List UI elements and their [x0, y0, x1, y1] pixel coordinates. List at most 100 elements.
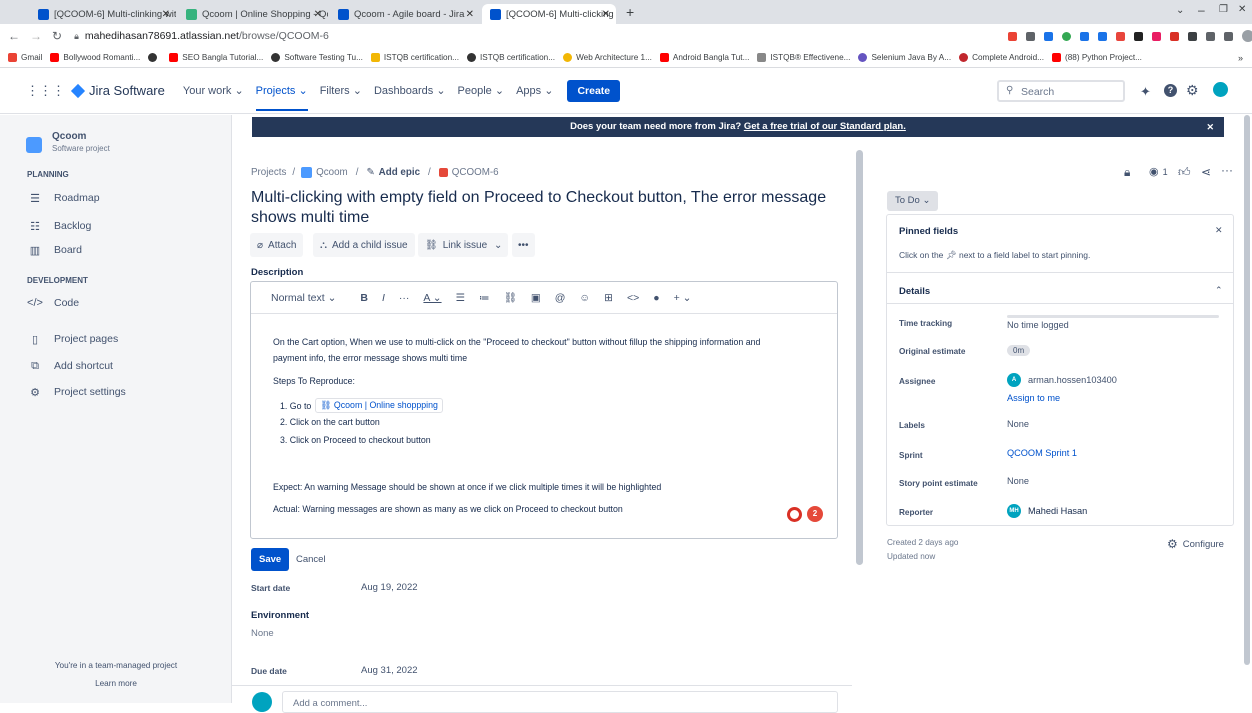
url-path[interactable]: /browse/QCOOM-6	[239, 30, 329, 42]
bookmark[interactable]: ISTQB® Effectivene...	[757, 53, 850, 62]
bookmark[interactable]: Complete Android...	[959, 53, 1044, 62]
bookmark[interactable]: (88) Python Project...	[1052, 53, 1142, 62]
app-switcher-icon[interactable]: ⋮⋮⋮	[26, 83, 65, 99]
info-panel-icon[interactable]: ●	[653, 292, 659, 304]
story-point-value[interactable]: None	[1007, 476, 1029, 486]
due-date-value[interactable]: Aug 31, 2022	[361, 665, 418, 676]
more-actions-button[interactable]: •••	[512, 233, 535, 257]
extension-icon[interactable]	[1134, 31, 1143, 41]
sidebar-item-project-settings[interactable]: ⚙ Project settings	[28, 385, 126, 399]
bookmark[interactable]: Gmail	[8, 53, 42, 62]
settings-icon[interactable]: ⚙	[1186, 82, 1199, 99]
page-scrollbar[interactable]	[1244, 115, 1250, 665]
jira-logo[interactable]: Jira Software	[70, 83, 165, 98]
share-icon[interactable]: ⋖	[1201, 165, 1211, 179]
extension-icon[interactable]	[1044, 31, 1053, 41]
more-formatting-icon[interactable]: ···	[399, 292, 410, 304]
extension-icon[interactable]	[1098, 31, 1107, 41]
reload-icon[interactable]: ↻	[52, 29, 62, 43]
start-date-value[interactable]: Aug 19, 2022	[361, 582, 418, 593]
lock-icon[interactable]: 🔒︎	[74, 31, 79, 42]
text-style-dropdown[interactable]: Normal text ⌄	[271, 292, 336, 304]
labels-value[interactable]: None	[1007, 419, 1029, 429]
bookmark[interactable]	[148, 53, 161, 62]
original-estimate-value[interactable]: 0m	[1007, 345, 1031, 356]
italic-icon[interactable]: I	[382, 292, 385, 304]
extension-icon[interactable]	[1116, 31, 1125, 41]
create-button[interactable]: Create	[567, 79, 621, 102]
scrollbar[interactable]	[856, 150, 863, 565]
environment-value[interactable]: None	[251, 628, 274, 639]
browser-tab[interactable]: [QCOOM-6] Multi-clinking with ✕	[30, 4, 176, 24]
table-icon[interactable]: ⊞	[604, 292, 613, 304]
mention-icon[interactable]: @	[555, 292, 566, 304]
close-tab-icon[interactable]: ✕	[466, 9, 474, 20]
link-issue-button[interactable]: ⛓ Link issue	[418, 233, 495, 257]
time-tracking-value[interactable]: No time logged	[1007, 320, 1069, 330]
back-icon[interactable]: ←	[8, 29, 20, 43]
bookmark[interactable]: Software Testing Tu...	[271, 53, 363, 62]
configure-button[interactable]: ⚙ Configure	[1167, 537, 1224, 551]
lock-icon[interactable]: 🔒︎	[1124, 165, 1130, 180]
forward-icon[interactable]: →	[30, 29, 42, 43]
bookmark[interactable]: Web Architecture 1...	[563, 53, 652, 62]
close-pinned-icon[interactable]: ✕	[1215, 225, 1223, 236]
insert-more-icon[interactable]: + ⌄	[674, 292, 692, 304]
numbered-list-icon[interactable]: ≔	[479, 292, 490, 304]
text-color-icon[interactable]: A ⌄	[423, 292, 441, 304]
reading-list-icon[interactable]	[1206, 31, 1215, 41]
new-tab-icon[interactable]: +	[626, 4, 634, 20]
search-input[interactable]: ⚲ Search	[997, 80, 1125, 102]
bullet-list-icon[interactable]: ☰	[456, 292, 465, 304]
profile-avatar[interactable]	[1242, 30, 1252, 42]
thumbs-up-icon[interactable]: 👍︎	[1178, 165, 1191, 180]
sidebar-item-board[interactable]: ▥ Board	[28, 243, 82, 257]
nav-your-work[interactable]: Your work ⌄	[183, 84, 244, 97]
banner-trial-link[interactable]: Get a free trial of our Standard plan.	[744, 121, 906, 132]
close-tab-icon[interactable]: ✕	[602, 9, 610, 20]
sidebar-item-code[interactable]: </> Code	[27, 296, 79, 310]
breadcrumb-projects[interactable]: Projects	[251, 167, 286, 178]
watch-button[interactable]: ◉ 1	[1149, 165, 1168, 178]
project-avatar[interactable]	[26, 137, 42, 153]
sidebar-item-backlog[interactable]: ☷ Backlog	[28, 219, 91, 233]
nav-apps[interactable]: Apps ⌄	[516, 84, 553, 97]
link-icon[interactable]: ⛓	[503, 291, 516, 304]
close-tab-icon[interactable]: ✕	[314, 9, 322, 20]
status-dropdown[interactable]: To Do ⌄	[887, 191, 939, 211]
attach-button[interactable]: ⌀ Attach	[250, 233, 304, 257]
learn-more-link[interactable]: Learn more	[0, 679, 232, 688]
extension-icon[interactable]	[1152, 31, 1161, 41]
chevron-up-icon[interactable]: ⌃	[1215, 285, 1223, 296]
assign-to-me-link[interactable]: Assign to me	[1007, 393, 1060, 403]
project-name[interactable]: Qcoom	[52, 131, 86, 142]
sidebar-item-add-shortcut[interactable]: ⧉ Add shortcut	[28, 359, 113, 373]
code-snippet-icon[interactable]: <>	[627, 292, 639, 304]
grammar-extension-icon[interactable]	[787, 507, 802, 522]
sidebar-item-project-pages[interactable]: ▯ Project pages	[28, 332, 118, 346]
emoji-icon[interactable]: ☺	[579, 292, 590, 304]
nav-projects[interactable]: Projects ⌄	[255, 70, 308, 111]
sidebar-item-roadmap[interactable]: ☰ Roadmap	[28, 191, 99, 205]
extensions-puzzle-icon[interactable]	[1188, 31, 1197, 41]
nav-dashboards[interactable]: Dashboards ⌄	[374, 84, 446, 97]
bookmark[interactable]: Bollywood Romanti...	[50, 53, 140, 62]
extension-icon[interactable]	[1008, 31, 1017, 41]
extension-icon[interactable]	[1170, 31, 1179, 41]
bookmark[interactable]: SEO Bangla Tutorial...	[169, 53, 263, 62]
link-issue-dropdown[interactable]: ⌄	[488, 233, 509, 257]
bookmark[interactable]: ISTQB certification...	[466, 53, 555, 62]
url-host[interactable]: mahedihasan78691.atlassian.net	[85, 30, 239, 42]
save-button[interactable]: Save	[251, 548, 290, 571]
bold-icon[interactable]: B	[360, 292, 368, 304]
description-editor[interactable]: Normal text ⌄ B I ··· A ⌄ ☰ ≔ ⛓ ▣ @ ☺ ⊞ …	[250, 281, 838, 539]
details-heading[interactable]: Details	[899, 286, 930, 297]
cancel-button[interactable]: Cancel	[296, 554, 326, 565]
nav-filters[interactable]: Filters ⌄	[320, 84, 362, 97]
close-window-icon[interactable]: ✕	[1238, 4, 1246, 15]
issue-title-line-2[interactable]: shows multi time	[251, 209, 369, 227]
more-icon[interactable]: ···	[1221, 163, 1233, 177]
browser-tab-active[interactable]: [QCOOM-6] Multi-clicking with ✕	[482, 4, 616, 24]
issue-title-line-1[interactable]: Multi-clicking with empty field on Proce…	[251, 189, 826, 207]
notifications-icon[interactable]: ✦	[1140, 84, 1151, 100]
